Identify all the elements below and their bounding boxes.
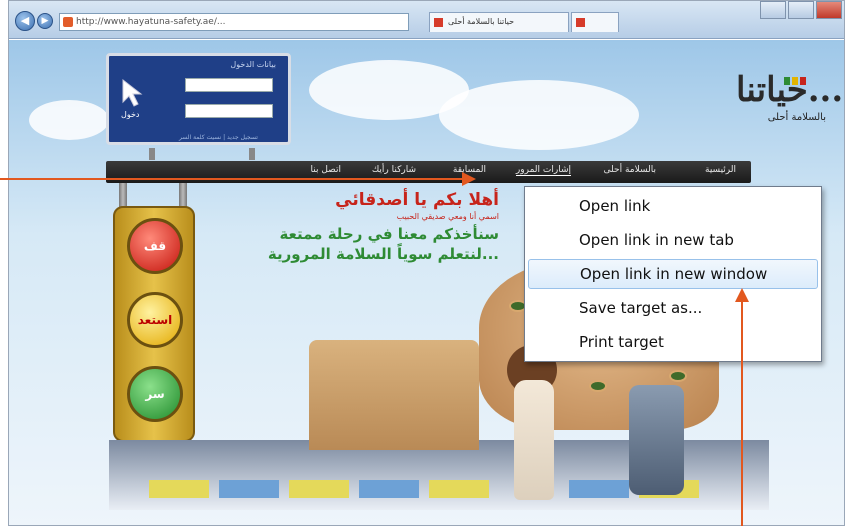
character-boy <box>514 380 554 500</box>
welcome-text: أهلا بكم يا أصدقائي اسمي أنا ومعي صديقي … <box>199 190 499 263</box>
welcome-line: لنتعلم سوياً السلامة المرورية... <box>267 245 499 263</box>
back-button[interactable]: ◀ <box>15 11 35 31</box>
site-favicon-icon <box>63 17 73 27</box>
tab-active[interactable]: حياتنا بالسلامة أحلى <box>429 12 569 32</box>
context-menu-open-link[interactable]: Open link <box>528 191 818 221</box>
tab-favicon-icon <box>576 18 585 27</box>
browser-window: ◀ ▶ http://www.hayatuna-safety.ae/... حي… <box>8 0 845 526</box>
character-girl <box>629 385 684 495</box>
context-menu: Open link Open link in new tab Open link… <box>524 186 822 362</box>
cloud-decoration <box>439 80 639 150</box>
logo-subtitle: بالسلامة أحلى <box>767 112 826 123</box>
menu-item-safety[interactable]: بالسلامة أحلى <box>604 165 656 175</box>
login-links[interactable]: تسجيل جديد | نسيت كلمة السر <box>179 134 258 141</box>
context-menu-print-target[interactable]: Print target <box>528 327 818 357</box>
context-menu-save-target[interactable]: Save target as... <box>528 293 818 323</box>
sign-post <box>149 148 155 160</box>
annotation-arrow-line <box>0 178 463 180</box>
road-stripe <box>219 480 279 498</box>
password-field[interactable] <box>185 104 273 118</box>
context-menu-open-new-window[interactable]: Open link in new window <box>528 259 818 289</box>
cloud-decoration <box>29 100 109 140</box>
username-field[interactable] <box>185 78 273 92</box>
annotation-arrow-head-icon <box>462 172 476 186</box>
annotation-arrow-head-icon <box>735 288 749 302</box>
road-stripe <box>289 480 349 498</box>
road-stripe <box>359 480 419 498</box>
maximize-button[interactable] <box>788 1 814 19</box>
menu-item-home[interactable]: الرئيسية <box>705 165 736 175</box>
login-title: بيانات الدخول <box>230 60 276 69</box>
annotation-arrow-line <box>741 300 743 526</box>
cursor-arrow-icon <box>122 78 143 107</box>
welcome-intro: اسمي أنا ومعي صديقي الحبيب <box>396 212 499 221</box>
login-submit-button[interactable]: دخول <box>121 110 139 119</box>
red-lamp: قف <box>127 218 183 274</box>
context-menu-open-new-tab[interactable]: Open link in new tab <box>528 225 818 255</box>
address-url: http://www.hayatuna-safety.ae/... <box>76 17 226 27</box>
tab-label: حياتنا بالسلامة أحلى <box>448 17 515 26</box>
browser-toolbar: ◀ ▶ http://www.hayatuna-safety.ae/... حي… <box>9 1 844 39</box>
menu-item-opinion[interactable]: شاركنا رأيك <box>372 165 416 175</box>
welcome-line: سنأخذكم معنا في رحلة ممتعة <box>279 225 499 243</box>
traffic-light: قف استعد سر <box>113 206 195 442</box>
green-lamp: سر <box>127 366 183 422</box>
road-stripe <box>569 480 629 498</box>
tab-new[interactable] <box>571 12 619 32</box>
tab-favicon-icon <box>434 18 443 27</box>
road-stripe <box>149 480 209 498</box>
sign-post <box>249 148 255 160</box>
yellow-lamp: استعد <box>127 292 183 348</box>
building-illustration <box>309 340 479 450</box>
menu-item-contact[interactable]: اتصل بنا <box>311 165 341 175</box>
login-panel: بيانات الدخول دخول تسجيل جديد | نسيت كلم… <box>106 53 291 145</box>
forward-button[interactable]: ▶ <box>37 13 53 29</box>
close-button[interactable] <box>816 1 842 19</box>
logo-lights <box>776 70 806 85</box>
site-logo[interactable]: حياتنا... بالسلامة أحلى <box>736 70 843 150</box>
road-stripe <box>429 480 489 498</box>
menu-item-traffic-signs[interactable]: إشارات المرور <box>515 165 571 176</box>
welcome-heading: أهلا بكم يا أصدقائي <box>335 190 499 210</box>
address-bar[interactable]: http://www.hayatuna-safety.ae/... <box>59 13 409 31</box>
minimize-button[interactable] <box>760 1 786 19</box>
